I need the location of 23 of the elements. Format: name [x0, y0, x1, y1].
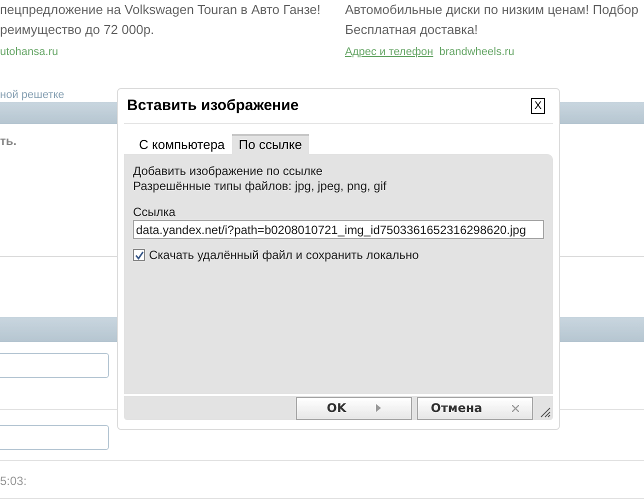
timestamp: 5:03:	[0, 473, 27, 490]
section-heading: ть.	[0, 133, 17, 150]
ad-text: пецпредложение на Volkswagen Touran в Авто Ганзе!	[0, 1, 322, 19]
cancel-button[interactable]: Отмена	[417, 396, 533, 420]
play-icon	[376, 404, 382, 412]
checkbox-label: Скачать удалённый файл и сохранить локально	[149, 247, 419, 264]
ok-button[interactable]: OK	[296, 396, 412, 420]
ad-text: Автомобильные диски по низким ценам! Подбор	[345, 1, 640, 19]
description-text: Разрешённые типы файлов: jpg, jpeg, png, gif	[133, 179, 388, 194]
input-field[interactable]	[0, 425, 109, 450]
check-icon	[134, 250, 144, 260]
resize-grip-icon	[540, 407, 551, 418]
url-field[interactable]: data.yandex.net/i?path=b0208010721_img_id7503361652316298620.jpg	[133, 220, 544, 239]
ad-text: Бесплатная доставка!	[345, 21, 479, 39]
description-text: Добавить изображение по ссылке	[133, 164, 324, 179]
checkbox[interactable]	[133, 249, 145, 261]
input-field[interactable]	[0, 353, 109, 378]
ad-text: реимущество до 72 000р.	[0, 21, 156, 39]
tab[interactable]: По ссылке	[232, 134, 309, 154]
dialog-title: Вставить изображение	[127, 96, 299, 116]
close-button[interactable]: X	[531, 98, 545, 114]
close-icon	[512, 404, 520, 412]
url-label: Ссылка	[133, 205, 176, 220]
